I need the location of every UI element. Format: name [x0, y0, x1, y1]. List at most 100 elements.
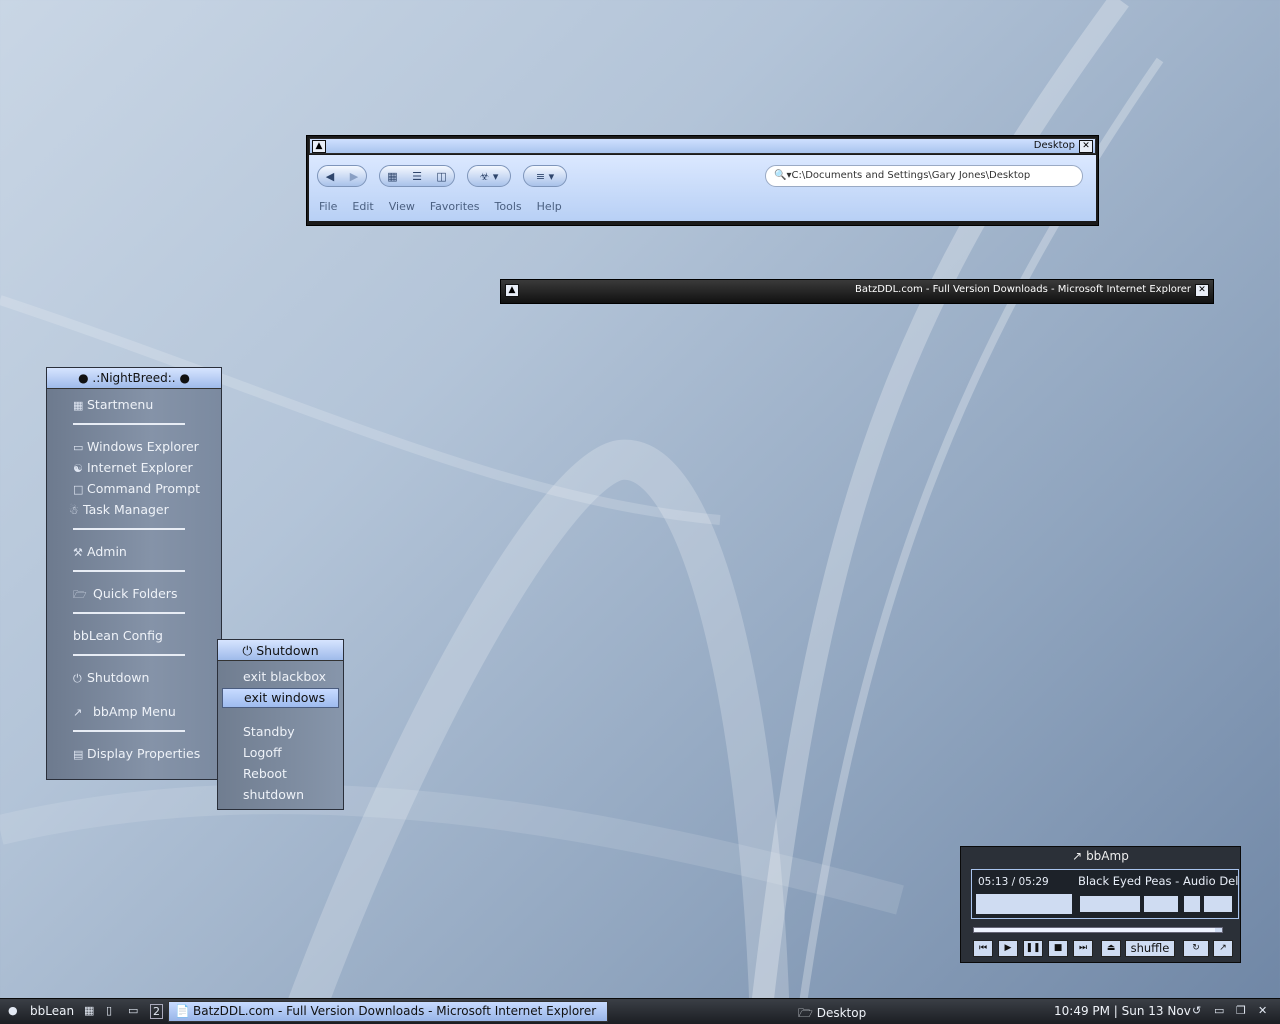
- bbamp-player: ↗ bbAmp 05:13 / 05:29 Black Eyed Peas - …: [960, 846, 1241, 963]
- menu-item-bbamp-menu[interactable]: ↗ bbAmp Menu: [73, 704, 176, 719]
- ie-window[interactable]: ▲ BatzDDL.com - Full Version Downloads -…: [500, 279, 1214, 304]
- menu-separator: [73, 570, 185, 572]
- thumbnails-view-icon[interactable]: ▦: [384, 170, 400, 183]
- ie-page-icon: 📄: [175, 1004, 190, 1018]
- close-icon[interactable]: ✕: [1195, 284, 1209, 297]
- menu-edit[interactable]: Edit: [352, 200, 373, 213]
- list-view-icon[interactable]: ☰: [409, 170, 425, 183]
- menu-item-shutdown[interactable]: ⏻ Shutdown: [73, 670, 149, 686]
- stop-icon[interactable]: ■: [1048, 940, 1068, 957]
- power-icon: ⏻: [73, 672, 82, 685]
- menu-item-internet-explorer[interactable]: ☯ Internet Explorer: [73, 460, 193, 475]
- submenu-item-shutdown[interactable]: shutdown: [243, 787, 304, 802]
- monitor-icon[interactable]: ▭: [128, 1004, 138, 1017]
- back-arrow-icon[interactable]: ◀: [323, 170, 337, 183]
- refresh-icon[interactable]: ↺: [1192, 1004, 1201, 1017]
- menu-item-display-properties[interactable]: ▤ Display Properties: [73, 746, 200, 761]
- clock: 10:49 PM | Sun 13 Nov: [1054, 1004, 1191, 1018]
- menu-file[interactable]: File: [319, 200, 337, 213]
- menu-item-command-prompt[interactable]: □ Command Prompt: [73, 481, 200, 496]
- shuffle-button[interactable]: shuffle: [1125, 940, 1175, 957]
- globe-icon: ☯: [73, 462, 83, 475]
- submenu-item-exit-blackbox[interactable]: exit blackbox: [243, 669, 326, 684]
- view-buttons: ▦ ☰ ◫: [379, 165, 455, 187]
- explorer-window: ▲ Desktop ✕ ◀ ▶ ▦ ☰ ◫ ☣ ▾ ≡ ▾ 🔍▾C:\Docum…: [306, 135, 1099, 226]
- arrange-button[interactable]: ≡ ▾: [523, 165, 567, 187]
- next-track-icon[interactable]: ⏭: [1073, 940, 1093, 957]
- start-menu: ● .:NightBreed:. ● ▦ Startmenu ▭ Windows E…: [46, 367, 222, 780]
- bbamp-display: 05:13 / 05:29 Black Eyed Peas - Audio De…: [971, 869, 1239, 919]
- track-title: Black Eyed Peas - Audio Del: [1078, 874, 1238, 888]
- pause-icon[interactable]: ❚❚: [1023, 940, 1043, 957]
- address-text: C:\Documents and Settings\Gary Jones\Des…: [791, 170, 1031, 181]
- menu-icon: ▦: [73, 399, 84, 412]
- menu-separator: [73, 612, 185, 614]
- folder-icon: 🗁: [73, 588, 87, 601]
- eq-button[interactable]: [1184, 896, 1200, 912]
- eject-icon[interactable]: ⏏: [1101, 940, 1121, 957]
- menu-item-quick-folders[interactable]: 🗁 Quick Folders: [73, 586, 177, 605]
- submenu-item-reboot[interactable]: Reboot: [243, 766, 287, 781]
- task-manager-icon: ☃: [69, 504, 79, 517]
- bbamp-icon: ↗: [73, 706, 83, 719]
- menu-item-admin[interactable]: ⚒ Admin: [73, 544, 127, 559]
- submenu-item-standby[interactable]: Standby: [243, 724, 295, 739]
- start-menu-title: ● .:NightBreed:. ●: [47, 368, 221, 389]
- tray-menu-icon[interactable]: ▦: [84, 1004, 94, 1017]
- start-button[interactable]: bbLean: [30, 1004, 74, 1018]
- seek-bar[interactable]: [973, 927, 1223, 933]
- restore-icon[interactable]: ❐: [1236, 1004, 1246, 1017]
- folders-icon: ☣ ▾: [479, 169, 499, 183]
- play-icon[interactable]: ▶: [998, 940, 1018, 957]
- shutdown-submenu: ⏻ Shutdown exit blackbox exit windows St…: [217, 639, 344, 810]
- playlist-button[interactable]: [1204, 896, 1232, 912]
- volume-slider[interactable]: [1080, 896, 1140, 912]
- ie-title: BatzDDL.com - Full Version Downloads - M…: [855, 284, 1191, 295]
- search-icon: 🔍▾: [774, 170, 792, 181]
- folders-button[interactable]: ☣ ▾: [467, 165, 511, 187]
- task-button-desktop[interactable]: 🗁 Desktop: [798, 1004, 866, 1024]
- bbamp-title[interactable]: ↗ bbAmp: [961, 849, 1240, 863]
- minimize-icon[interactable]: ▲: [312, 140, 326, 153]
- minimize-icon[interactable]: ▲: [505, 284, 519, 297]
- previous-track-icon[interactable]: ⏮: [973, 940, 993, 957]
- menu-item-bblean-config[interactable]: bbLean Config: [73, 628, 163, 643]
- menu-separator: [73, 654, 185, 656]
- menu-separator: [73, 730, 185, 732]
- skull-icon[interactable]: ●: [8, 1004, 18, 1017]
- submenu-title: ⏻ Shutdown: [218, 640, 343, 661]
- explorer-titlebar[interactable]: ▲ Desktop ✕: [309, 138, 1096, 154]
- menu-tools[interactable]: Tools: [495, 200, 522, 213]
- menu-separator: [73, 423, 185, 425]
- menu-view[interactable]: View: [389, 200, 415, 213]
- workspace-indicator[interactable]: 2: [150, 1004, 163, 1019]
- menu-item-startmenu[interactable]: ▦ Startmenu: [73, 397, 153, 412]
- submenu-item-exit-windows[interactable]: exit windows: [222, 688, 339, 708]
- menu-help[interactable]: Help: [537, 200, 562, 213]
- arrange-icon: ≡ ▾: [535, 169, 555, 183]
- balance-slider[interactable]: [1144, 896, 1178, 912]
- menu-item-windows-explorer[interactable]: ▭ Windows Explorer: [73, 439, 199, 454]
- submenu-item-logoff[interactable]: Logoff: [243, 745, 282, 760]
- power-icon: ⏻: [242, 643, 253, 658]
- close-icon[interactable]: ✕: [1079, 140, 1093, 153]
- menu-item-task-manager[interactable]: ☃ Task Manager: [69, 502, 169, 517]
- forward-arrow-icon[interactable]: ▶: [347, 170, 361, 183]
- taskbar: ● bbLean ▦ ▯ ▭ 2 📄 BatzDDL.com - Full Ve…: [0, 998, 1280, 1024]
- repeat-icon[interactable]: ↻: [1183, 940, 1209, 957]
- bbamp-menu-icon[interactable]: ↗: [1213, 940, 1233, 957]
- seek-bar-fill: [974, 928, 1215, 932]
- minimize-all-icon[interactable]: ▭: [1214, 1004, 1224, 1017]
- menu-separator: [73, 528, 185, 530]
- window-icon[interactable]: ▯: [106, 1004, 112, 1017]
- console-icon: □: [73, 483, 84, 496]
- explorer-toolbar: ◀ ▶ ▦ ☰ ◫ ☣ ▾ ≡ ▾ 🔍▾C:\Documents and Set…: [309, 155, 1096, 221]
- details-view-icon[interactable]: ◫: [433, 170, 449, 183]
- window-icon: ▭: [73, 441, 84, 454]
- folder-icon: 🗁: [798, 1006, 813, 1020]
- menu-favorites[interactable]: Favorites: [430, 200, 480, 213]
- task-button-ie[interactable]: 📄 BatzDDL.com - Full Version Downloads -…: [168, 1001, 608, 1022]
- close-icon[interactable]: ✕: [1258, 1004, 1267, 1017]
- playback-time: 05:13 / 05:29: [978, 876, 1049, 888]
- address-bar[interactable]: 🔍▾C:\Documents and Settings\Gary Jones\D…: [765, 165, 1083, 187]
